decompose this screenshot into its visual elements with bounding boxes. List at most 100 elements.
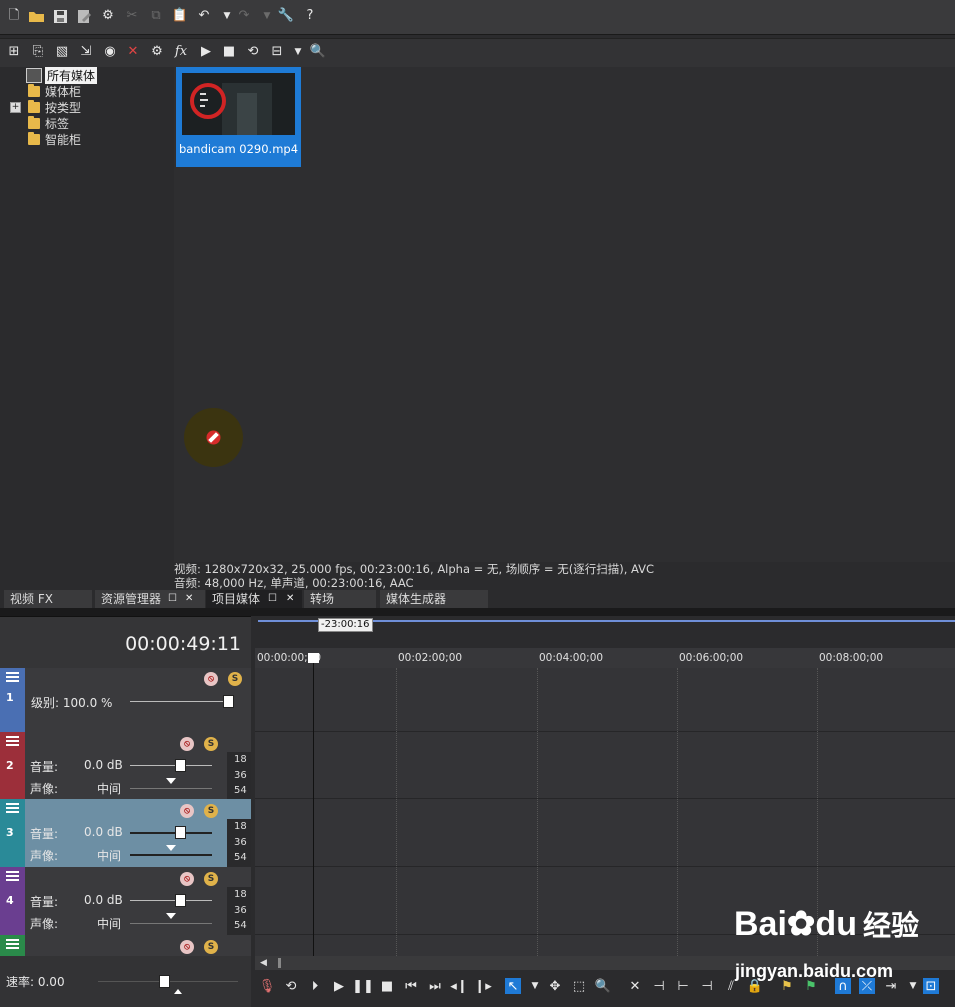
track-lane-3[interactable] [255,799,955,867]
playhead-handle[interactable] [308,653,319,663]
mute-icon[interactable]: ⦸ [180,804,194,818]
rate-slider-knob[interactable] [159,975,170,988]
go-to-end-icon[interactable]: ⏭ [427,978,443,994]
tree-item-tags[interactable]: 标签 [28,115,69,131]
tab-video-fx[interactable]: 视频 FX [4,590,92,608]
next-frame-icon[interactable]: ❙▸ [474,978,491,994]
whats-this-icon[interactable]: 🔧 [278,8,294,24]
loop-playback-icon[interactable]: ⟲ [283,978,299,994]
media-properties-icon[interactable]: ⚙ [149,44,165,60]
properties-icon[interactable] [76,8,92,24]
cut-icon[interactable]: ✂ [124,8,140,24]
normal-edit-tool-icon[interactable]: ↖ [505,978,521,994]
disc-icon[interactable]: ◉ [102,44,118,60]
pan-slider-knob[interactable] [166,913,176,919]
undo-icon[interactable]: ↶ [196,8,212,24]
auto-preview-icon[interactable]: ⟲ [245,44,261,60]
tree-item-media-bins[interactable]: 媒体柜 [28,83,81,99]
scroll-left-icon[interactable]: ◀ [260,958,267,968]
extract-audio-icon[interactable]: ⇲ [78,44,94,60]
close-icon[interactable]: ✕ [185,590,193,608]
track-header-audio-2[interactable]: 2 ⦸ S 音量: 0.0 dB 声像: 中间 18 36 54 [0,732,251,800]
pan-slider-track[interactable] [130,854,212,856]
tree-item-smart-bins[interactable]: 智能柜 [28,131,81,147]
new-file-icon[interactable]: 🗋 [6,8,22,24]
capture-video-icon[interactable]: ⎘ [30,44,46,60]
track-menu-icon[interactable] [6,672,19,683]
track-menu-icon[interactable] [6,939,19,950]
tree-item-by-type[interactable]: 按类型 [28,99,81,115]
redo-icon[interactable]: ↷ [236,8,252,24]
undock-icon[interactable]: ☐ [168,590,177,608]
edit-tool-dropdown-icon[interactable]: ▼ [527,978,543,994]
track-lane-1[interactable] [255,668,955,732]
pan-slider-track[interactable] [130,923,212,924]
go-to-start-icon[interactable]: ⏮ [403,978,419,994]
panel-divider[interactable] [0,608,955,616]
volume-slider-track[interactable] [130,765,212,766]
track-menu-icon[interactable] [6,736,19,747]
selection-tool-icon[interactable]: ⬚ [571,978,587,994]
volume-slider-track[interactable] [130,900,212,901]
delete-icon[interactable]: ✕ [627,978,643,994]
play-preview-icon[interactable]: ▶ [198,44,214,60]
tree-item-all-media[interactable]: 所有媒体 [26,66,98,84]
trim-icon[interactable]: ⊣ [651,978,667,994]
playhead-cursor[interactable] [313,655,314,956]
paste-icon[interactable]: 📋 [172,8,188,24]
solo-icon[interactable]: S [204,940,218,954]
envelope-tool-icon[interactable]: ✥ [547,978,563,994]
volume-slider-knob[interactable] [175,826,186,839]
record-icon[interactable]: 🎙 [259,978,276,994]
mute-icon[interactable]: ⦸ [180,872,194,886]
pause-icon[interactable]: ❚❚ [352,978,374,994]
play-from-start-icon[interactable]: ⏵ [307,978,323,994]
ripple-dropdown-icon[interactable]: ▼ [905,978,921,994]
remove-icon[interactable]: ✕ [125,44,141,60]
pan-slider-knob[interactable] [166,845,176,851]
save-icon[interactable] [52,8,68,24]
views-icon[interactable]: ⊟ [269,44,285,60]
lock-envelopes-icon[interactable]: ⊡ [923,978,939,994]
track-lane-2[interactable] [255,732,955,799]
mute-icon[interactable]: ⦸ [204,672,218,686]
level-slider-track[interactable] [130,701,230,702]
redo-dropdown-icon[interactable]: ▼ [259,8,275,24]
track-header-audio-3[interactable]: 3 ⦸ S 音量: 0.0 dB 声像: 中间 18 36 54 [0,799,251,868]
solo-icon[interactable]: S [228,672,242,686]
trim-start-icon[interactable]: ⊢ [675,978,691,994]
tab-transitions[interactable]: 转场 [304,590,376,608]
media-fx-icon[interactable]: fx [173,44,189,60]
pan-slider-track[interactable] [130,788,212,789]
mute-icon[interactable]: ⦸ [180,940,194,954]
volume-slider-knob[interactable] [175,894,186,907]
trim-end-icon[interactable]: ⊣ [699,978,715,994]
tab-media-generators[interactable]: 媒体生成器 [380,590,488,608]
solo-icon[interactable]: S [204,804,218,818]
mute-icon[interactable]: ⦸ [180,737,194,751]
previous-frame-icon[interactable]: ◂❙ [450,978,467,994]
import-media-icon[interactable]: ⊞ [6,44,22,60]
expand-icon[interactable]: + [10,102,21,113]
track-header-audio-5[interactable]: ⦸ S [0,935,251,957]
zoom-tool-icon[interactable]: 🔍 [595,978,611,994]
track-menu-icon[interactable] [6,871,19,882]
track-menu-icon[interactable] [6,803,19,814]
scroll-thumb[interactable] [278,958,281,968]
volume-slider-knob[interactable] [175,759,186,772]
open-folder-icon[interactable] [28,8,44,24]
undock-icon[interactable]: ☐ [268,590,277,608]
help-icon[interactable]: ? [302,8,318,24]
stop-icon[interactable]: ■ [379,978,395,994]
settings-icon[interactable]: ⚙ [100,8,116,24]
copy-icon[interactable]: ⧉ [148,8,164,24]
solo-icon[interactable]: S [204,737,218,751]
undo-dropdown-icon[interactable]: ▼ [219,8,235,24]
track-header-audio-4[interactable]: 4 ⦸ S 音量: 0.0 dB 声像: 中间 18 36 54 [0,867,251,936]
level-slider-knob[interactable] [223,695,234,708]
tab-explorer[interactable]: 资源管理器 ☐ ✕ [95,590,205,608]
solo-icon[interactable]: S [204,872,218,886]
views-dropdown-icon[interactable]: ▼ [290,44,306,60]
play-icon[interactable]: ▶ [331,978,347,994]
tab-project-media[interactable]: 项目媒体 ☐ ✕ [206,590,302,608]
